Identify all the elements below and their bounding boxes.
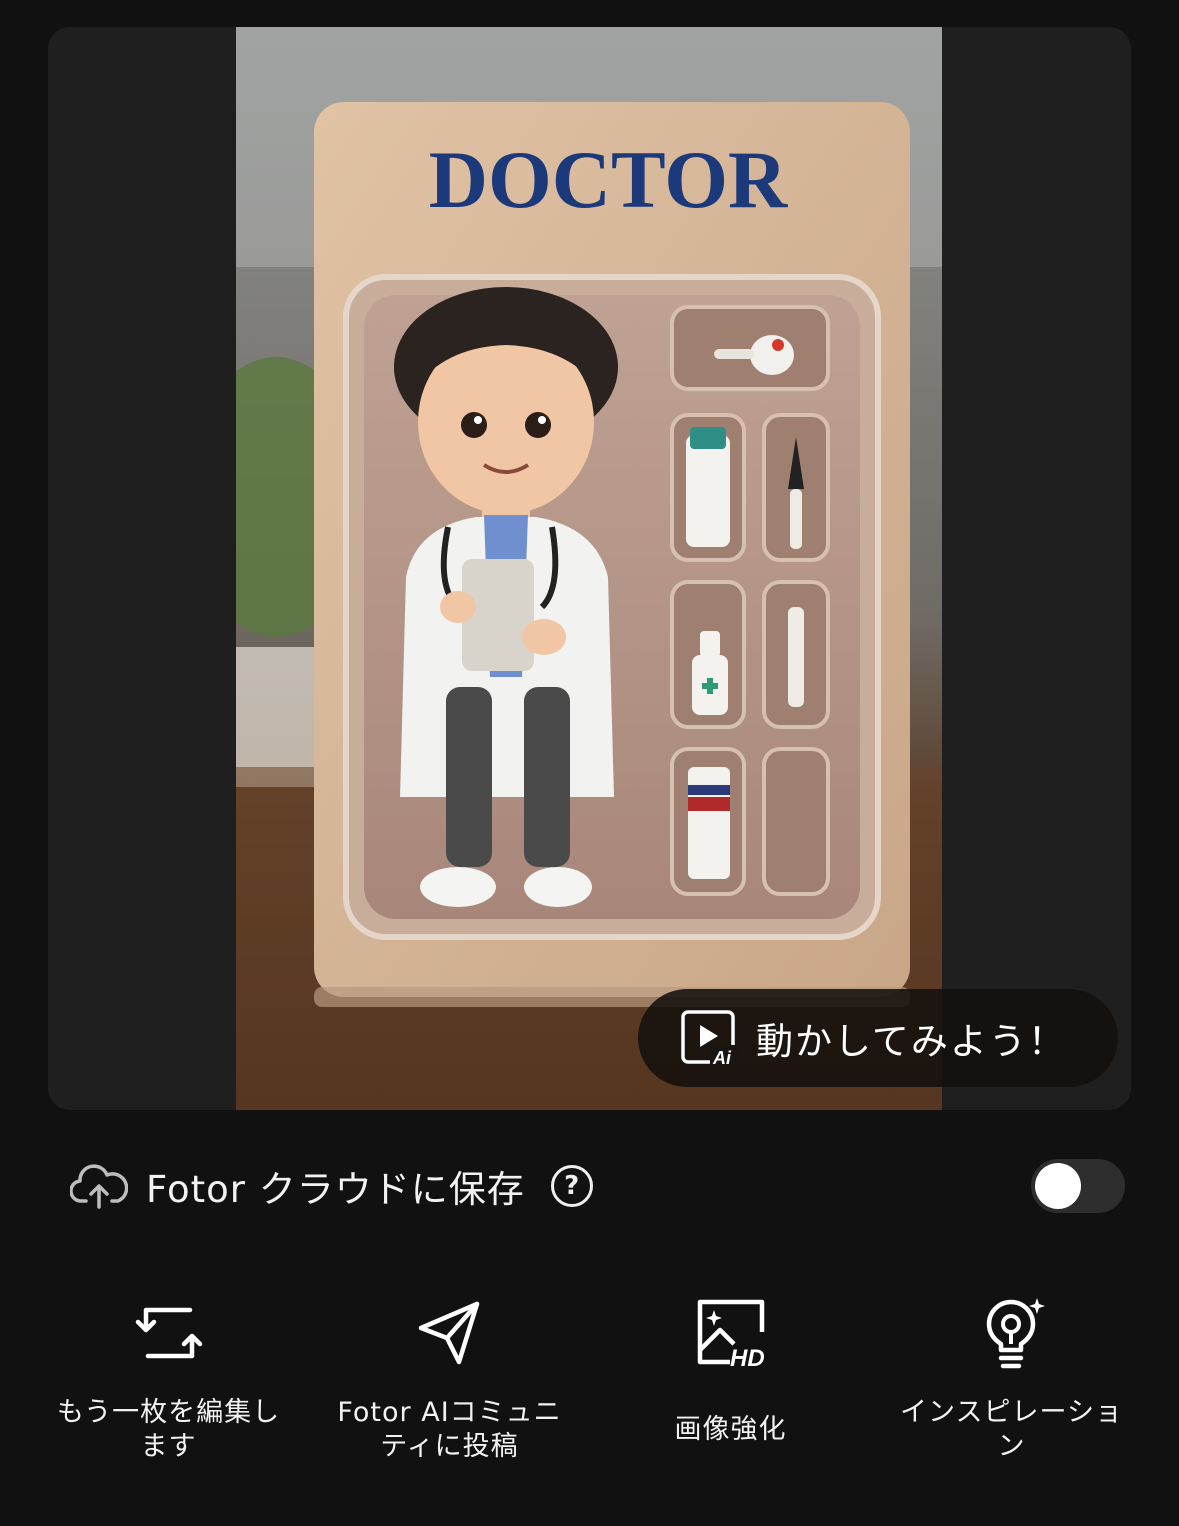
inspiration-button[interactable]: インスピレーション bbox=[871, 1292, 1152, 1492]
send-icon bbox=[418, 1301, 479, 1365]
post-community-label: Fotor AIコミュニティに投稿 bbox=[337, 1397, 562, 1462]
svg-text:HD: HD bbox=[730, 1345, 765, 1372]
action-bar: もう一枚を編集します Fotor AIコミュニティに投稿 HD 画像強化 インス… bbox=[28, 1292, 1152, 1492]
package-title: DOCTOR bbox=[429, 134, 788, 225]
edit-another-button[interactable]: もう一枚を編集します bbox=[28, 1292, 309, 1492]
preview-image[interactable]: DOCTOR bbox=[236, 27, 942, 1110]
ai-play-icon: Ai bbox=[681, 1010, 738, 1067]
svg-text:Ai: Ai bbox=[712, 1048, 732, 1067]
rotate-frame-icon bbox=[135, 1307, 202, 1359]
preview-card: DOCTOR Ai 動かしてみよう！ bbox=[48, 27, 1131, 1110]
cloud-save-row: Fotor クラウドに保存 ? bbox=[70, 1155, 1125, 1217]
cloud-save-label: Fotor クラウドに保存 bbox=[146, 1168, 525, 1211]
image-hd-icon: HD bbox=[697, 1299, 765, 1372]
animate-button-label: 動かしてみよう！ bbox=[756, 1020, 1067, 1063]
enhance-image-button[interactable]: HD 画像強化 bbox=[590, 1292, 871, 1492]
cloud-save-toggle[interactable] bbox=[1031, 1159, 1125, 1213]
doctor-figure-illustration: DOCTOR bbox=[236, 27, 942, 1110]
enhance-image-label: 画像強化 bbox=[674, 1414, 787, 1445]
lightbulb-icon bbox=[986, 1298, 1045, 1369]
edit-another-label: もう一枚を編集します bbox=[56, 1397, 281, 1462]
cloud-upload-icon bbox=[70, 1164, 128, 1209]
toggle-knob bbox=[1035, 1163, 1081, 1209]
help-icon[interactable]: ? bbox=[550, 1165, 593, 1207]
inspiration-label: インスピレーション bbox=[900, 1397, 1123, 1462]
animate-button[interactable]: Ai 動かしてみよう！ bbox=[638, 989, 1118, 1087]
post-community-button[interactable]: Fotor AIコミュニティに投稿 bbox=[309, 1292, 590, 1492]
